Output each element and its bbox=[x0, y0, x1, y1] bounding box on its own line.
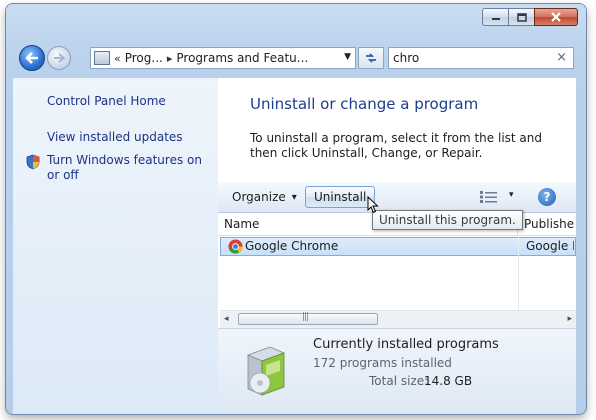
program-name: Google Chrome bbox=[245, 239, 339, 253]
uninstall-button[interactable]: Uninstall bbox=[305, 186, 376, 208]
control-panel-icon bbox=[94, 51, 110, 65]
refresh-icon bbox=[366, 53, 376, 63]
help-icon: ? bbox=[543, 190, 551, 204]
shield-icon bbox=[26, 154, 40, 170]
forward-arrow-icon bbox=[54, 53, 65, 63]
refresh-button[interactable] bbox=[358, 47, 384, 69]
breadcrumb-overflow[interactable]: « bbox=[114, 52, 121, 65]
view-installed-updates-link[interactable]: View installed updates bbox=[47, 130, 183, 145]
views-icon[interactable] bbox=[480, 191, 498, 203]
details-pane: Currently installed programs 172 program… bbox=[218, 328, 576, 414]
column-publisher[interactable]: Publishe bbox=[518, 213, 576, 235]
back-button[interactable] bbox=[19, 45, 45, 71]
total-size-value: 14.8 GB bbox=[424, 374, 473, 388]
page-title: Uninstall or change a program bbox=[250, 95, 479, 113]
uninstall-tooltip: Uninstall this program. bbox=[372, 210, 523, 230]
caption-buttons bbox=[482, 8, 578, 26]
windows-features-link[interactable]: Turn Windows features on or off bbox=[47, 153, 212, 183]
search-clear-icon[interactable]: × bbox=[556, 50, 567, 65]
organize-dropdown-icon: ▾ bbox=[291, 191, 297, 203]
breadcrumb-programs[interactable]: Prog... bbox=[125, 51, 163, 65]
programs-window: « Prog... ▸ Programs and Featu... ▼ × Co… bbox=[6, 4, 586, 414]
page-description: To uninstall a program, select it from t… bbox=[250, 131, 542, 160]
chrome-icon bbox=[228, 239, 243, 254]
address-dropdown-icon[interactable]: ▼ bbox=[344, 52, 351, 62]
horizontal-scrollbar[interactable]: ◂ ||| ▸ bbox=[220, 310, 576, 328]
scrollbar-thumb[interactable]: ||| bbox=[238, 312, 378, 325]
search-box[interactable]: × bbox=[388, 47, 574, 69]
maximize-button[interactable] bbox=[508, 8, 534, 26]
breadcrumb-programs-and-features[interactable]: Programs and Featu... bbox=[176, 51, 308, 65]
mouse-cursor-icon bbox=[367, 196, 379, 214]
software-box-icon bbox=[246, 346, 286, 396]
help-button[interactable]: ? bbox=[538, 188, 556, 206]
address-bar[interactable]: « Prog... ▸ Programs and Featu... ▼ bbox=[90, 47, 356, 69]
breadcrumb-separator-icon[interactable]: ▸ bbox=[167, 52, 173, 65]
table-row[interactable]: Google Chrome Google I bbox=[220, 237, 576, 256]
navigation-bar: « Prog... ▸ Programs and Featu... ▼ × bbox=[6, 42, 586, 74]
close-button[interactable] bbox=[534, 8, 578, 26]
minimize-button[interactable] bbox=[482, 8, 508, 26]
scroll-left-icon[interactable]: ◂ bbox=[224, 314, 229, 324]
search-input[interactable] bbox=[393, 51, 543, 65]
scroll-right-icon[interactable]: ▸ bbox=[567, 314, 572, 324]
details-title: Currently installed programs bbox=[313, 337, 499, 352]
close-icon bbox=[551, 12, 561, 22]
back-arrow-icon bbox=[25, 52, 38, 64]
minimize-icon bbox=[491, 18, 500, 20]
total-size-label: Total size: bbox=[369, 374, 429, 388]
organize-button[interactable]: Organize ▾ bbox=[226, 186, 303, 208]
task-sidebar: Control Panel Home View installed update… bbox=[13, 78, 218, 414]
organize-label: Organize bbox=[232, 190, 286, 204]
views-dropdown-icon[interactable]: ▾ bbox=[509, 190, 514, 200]
program-publisher: Google I bbox=[526, 239, 574, 253]
command-bar: Organize ▾ Uninstall ▾ ? bbox=[218, 182, 576, 213]
control-panel-home-link[interactable]: Control Panel Home bbox=[47, 94, 166, 109]
maximize-icon bbox=[516, 12, 527, 22]
scrollbar-grip-icon: ||| bbox=[302, 312, 309, 322]
column-divider bbox=[518, 235, 519, 310]
program-count: 172 programs installed bbox=[313, 356, 452, 370]
main-content: Uninstall or change a program To uninsta… bbox=[218, 78, 576, 414]
uninstall-label: Uninstall bbox=[314, 190, 367, 204]
forward-button[interactable] bbox=[47, 46, 71, 70]
